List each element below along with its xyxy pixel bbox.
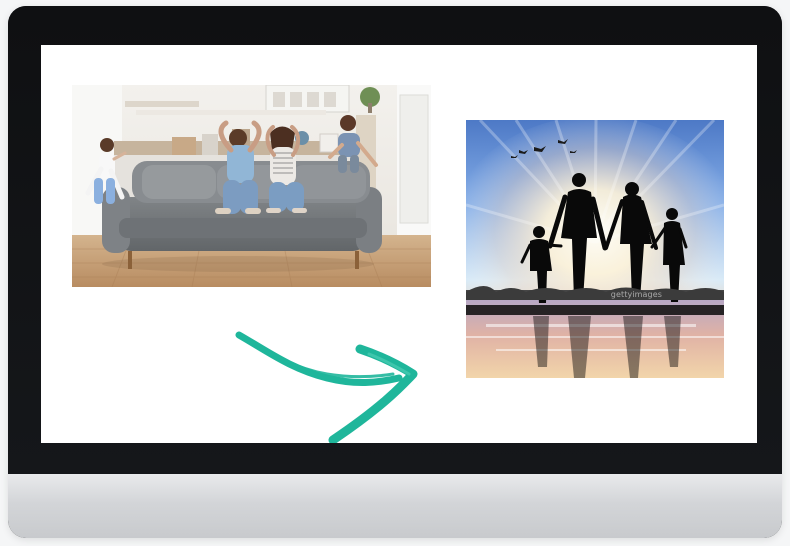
happy-family-photo: gettyimages [466, 120, 724, 378]
stage: gettyimages [0, 0, 790, 546]
stressed-family-photo [72, 85, 431, 287]
monitor-chin [8, 474, 782, 538]
photo-watermark-text: gettyimages [610, 290, 662, 299]
monitor: gettyimages [8, 6, 782, 538]
screen: gettyimages [41, 45, 757, 443]
arrow-graphic [235, 331, 418, 443]
right-arrow-icon [235, 329, 427, 443]
happy-family-illustration [466, 120, 724, 378]
stressed-family-illustration [72, 85, 431, 287]
